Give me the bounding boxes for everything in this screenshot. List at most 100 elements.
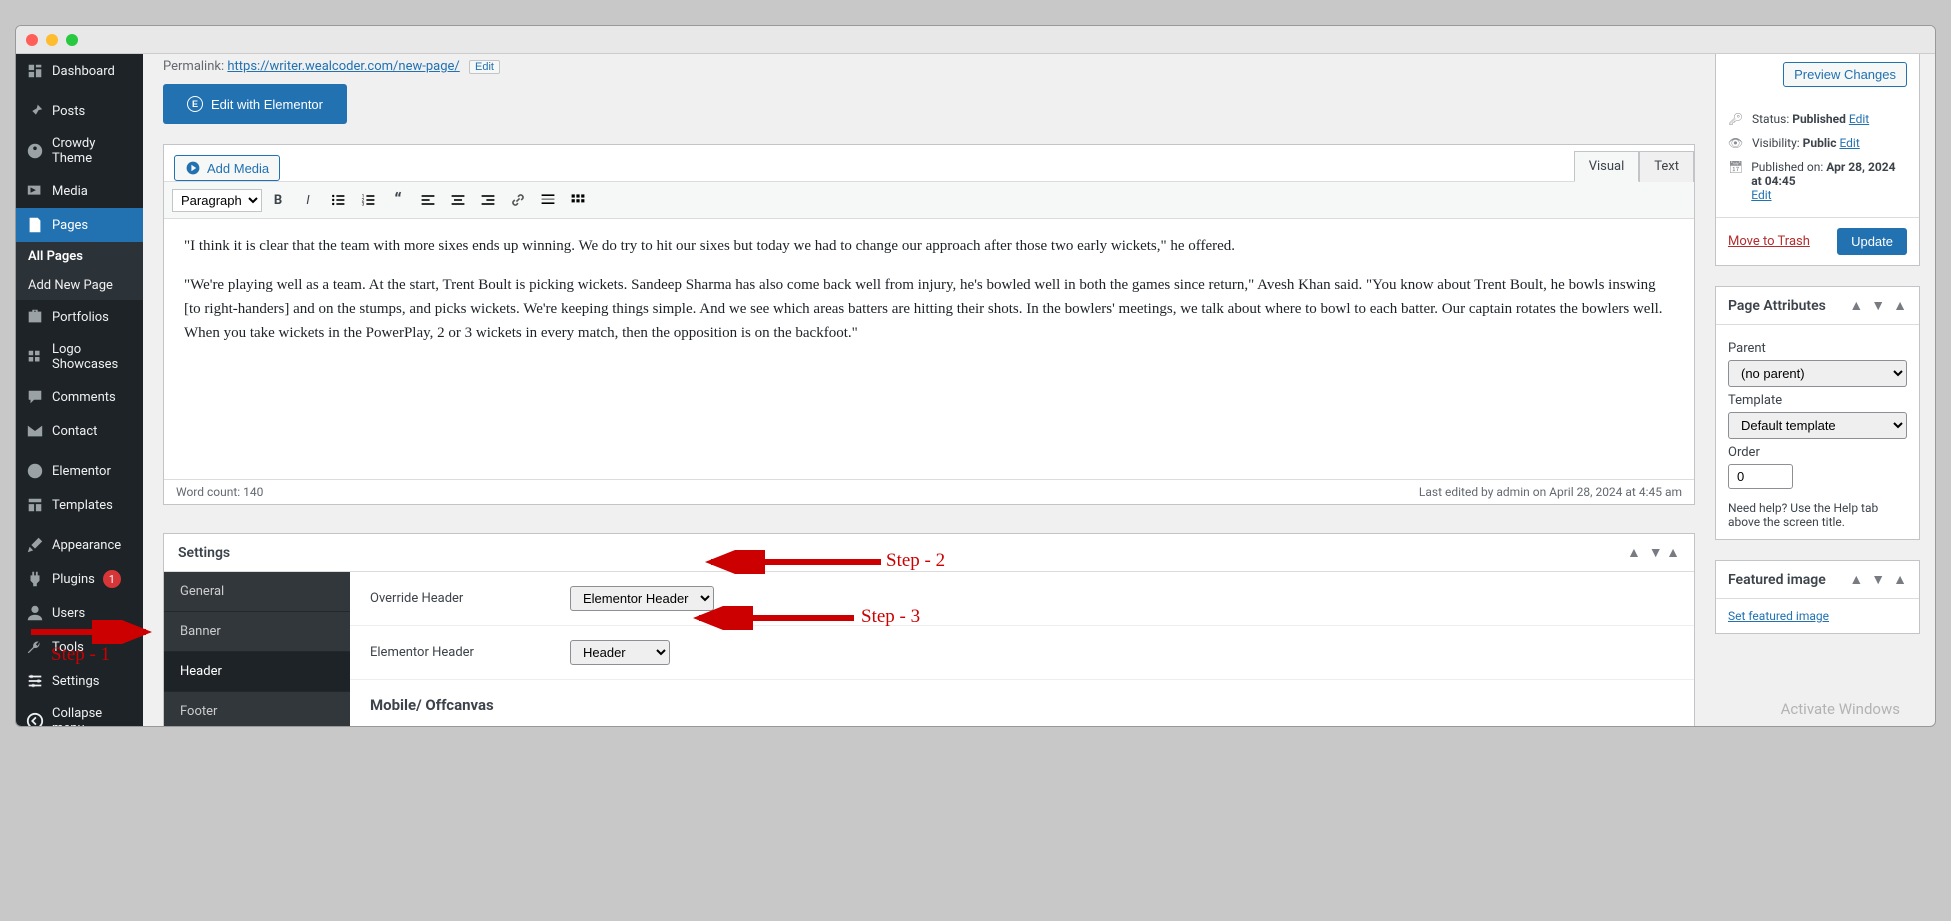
media-icon (26, 182, 44, 200)
key-icon: 🔑︎ (1728, 112, 1744, 126)
add-media-label: Add Media (207, 161, 269, 176)
sidebar-item-posts[interactable]: Posts (16, 94, 143, 128)
elementor-header-select[interactable]: Header (570, 640, 670, 665)
sidebar-item-comments[interactable]: Comments (16, 380, 143, 414)
content-editor: Add Media Visual Text Paragraph B I 123 … (163, 144, 1695, 505)
word-count: Word count: 140 (176, 485, 263, 499)
last-edited: Last edited by admin on April 28, 2024 a… (1419, 485, 1682, 499)
briefcase-icon (26, 308, 44, 326)
sidebar-label: Elementor (52, 464, 111, 479)
comment-icon (26, 388, 44, 406)
panel-down-icon[interactable]: ▼ (1871, 571, 1885, 588)
pin-icon (26, 102, 44, 120)
sidebar-sub-all-pages[interactable]: All Pages (16, 242, 143, 271)
featured-image-box: Featured image ▲ ▼ ▲ Set featured image (1715, 560, 1920, 634)
published-text: Published on: Apr 28, 2024 at 04:45Edit (1751, 160, 1907, 202)
format-select[interactable]: Paragraph (172, 189, 262, 212)
brush-icon (26, 536, 44, 554)
sidebar-item-media[interactable]: Media (16, 174, 143, 208)
sidebar-item-logo-showcases[interactable]: Logo Showcases (16, 334, 143, 380)
status-text: Status: Published Edit (1752, 112, 1869, 126)
align-center-button[interactable] (444, 186, 472, 214)
bullet-list-button[interactable] (324, 186, 352, 214)
tab-text[interactable]: Text (1639, 151, 1694, 182)
link-button[interactable] (504, 186, 532, 214)
panel-up-icon[interactable]: ▲ (1627, 544, 1641, 561)
sidebar-item-dashboard[interactable]: Dashboard (16, 54, 143, 88)
sidebar-item-pages[interactable]: Pages (16, 208, 143, 242)
edit-status-link[interactable]: Edit (1849, 112, 1869, 126)
order-input[interactable] (1728, 464, 1793, 489)
sidebar-label: Contact (52, 424, 97, 439)
edit-visibility-link[interactable]: Edit (1839, 136, 1859, 150)
theme-icon (26, 142, 44, 160)
sidebar-item-crowdy[interactable]: Crowdy Theme (16, 128, 143, 174)
sidebar-label: Users (52, 606, 85, 621)
settings-tab-header[interactable]: Header (164, 652, 350, 692)
user-icon (26, 604, 44, 622)
templates-icon (26, 496, 44, 514)
sidebar-label: Posts (52, 104, 85, 119)
elementor-header-label: Elementor Header (370, 645, 570, 660)
quote-button[interactable]: “ (384, 186, 412, 214)
panel-toggle-icon[interactable]: ▲ (1666, 545, 1680, 561)
plugins-update-badge: 1 (103, 570, 121, 588)
panel-up-icon[interactable]: ▲ (1849, 571, 1863, 588)
close-window-icon[interactable] (26, 34, 38, 46)
media-icon (185, 160, 201, 176)
italic-button[interactable]: I (294, 186, 322, 214)
svg-text:3: 3 (362, 202, 365, 208)
sidebar-label: Pages (52, 218, 88, 233)
sidebar-item-contact[interactable]: Contact (16, 414, 143, 448)
sidebar-label: Appearance (52, 538, 121, 553)
bold-button[interactable]: B (264, 186, 292, 214)
edit-slug-button[interactable]: Edit (469, 60, 500, 74)
align-left-button[interactable] (414, 186, 442, 214)
settings-tab-footer[interactable]: Footer (164, 692, 350, 726)
edit-with-elementor-button[interactable]: E Edit with Elementor (163, 84, 347, 124)
sidebar-item-collapse[interactable]: Collapse menu (16, 698, 143, 727)
sidebar-item-users[interactable]: Users (16, 596, 143, 630)
minimize-window-icon[interactable] (46, 34, 58, 46)
set-featured-image-link[interactable]: Set featured image (1728, 609, 1829, 623)
tab-visual[interactable]: Visual (1574, 151, 1640, 182)
toolbar-toggle-button[interactable] (564, 186, 592, 214)
sidebar-label: Crowdy Theme (52, 136, 133, 166)
sidebar-item-settings[interactable]: Settings (16, 664, 143, 698)
numbered-list-button[interactable]: 123 (354, 186, 382, 214)
maximize-window-icon[interactable] (66, 34, 78, 46)
panel-up-icon[interactable]: ▲ (1849, 297, 1863, 314)
panel-toggle-icon[interactable]: ▲ (1893, 571, 1907, 588)
elementor-logo-icon: E (187, 96, 203, 112)
plug-icon (26, 570, 44, 588)
add-media-button[interactable]: Add Media (174, 155, 280, 181)
override-header-select[interactable]: Elementor Header (570, 586, 714, 611)
panel-toggle-icon[interactable]: ▲ (1893, 297, 1907, 314)
sidebar-sub-add-new[interactable]: Add New Page (16, 271, 143, 300)
update-button[interactable]: Update (1837, 228, 1907, 255)
permalink-url[interactable]: https://writer.wealcoder.com/new-page/ (227, 59, 459, 74)
template-select[interactable]: Default template (1728, 412, 1907, 439)
publish-box: Preview Changes 🔑︎ Status: Published Edi… (1715, 54, 1920, 266)
settings-tab-general[interactable]: General (164, 572, 350, 612)
visibility-text: Visibility: Public Edit (1752, 136, 1860, 150)
sidebar-item-appearance[interactable]: Appearance (16, 528, 143, 562)
settings-tab-banner[interactable]: Banner (164, 612, 350, 652)
align-right-button[interactable] (474, 186, 502, 214)
move-to-trash-link[interactable]: Move to Trash (1728, 234, 1810, 249)
panel-down-icon[interactable]: ▼ ▲ (1649, 544, 1680, 561)
preview-changes-button[interactable]: Preview Changes (1783, 62, 1907, 87)
sidebar-item-elementor[interactable]: Elementor (16, 454, 143, 488)
template-label: Template (1728, 393, 1907, 408)
sidebar-item-templates[interactable]: Templates (16, 488, 143, 522)
edit-date-link[interactable]: Edit (1751, 188, 1771, 202)
parent-select[interactable]: (no parent) (1728, 360, 1907, 387)
readmore-button[interactable] (534, 186, 562, 214)
sidebar-item-portfolios[interactable]: Portfolios (16, 300, 143, 334)
sidebar-item-tools[interactable]: Tools (16, 630, 143, 664)
sidebar-item-plugins[interactable]: Plugins 1 (16, 562, 143, 596)
wrench-icon (26, 638, 44, 656)
editor-body[interactable]: "I think it is clear that the team with … (164, 219, 1694, 479)
sidebar-label: Settings (52, 674, 99, 689)
panel-down-icon[interactable]: ▼ (1871, 297, 1885, 314)
